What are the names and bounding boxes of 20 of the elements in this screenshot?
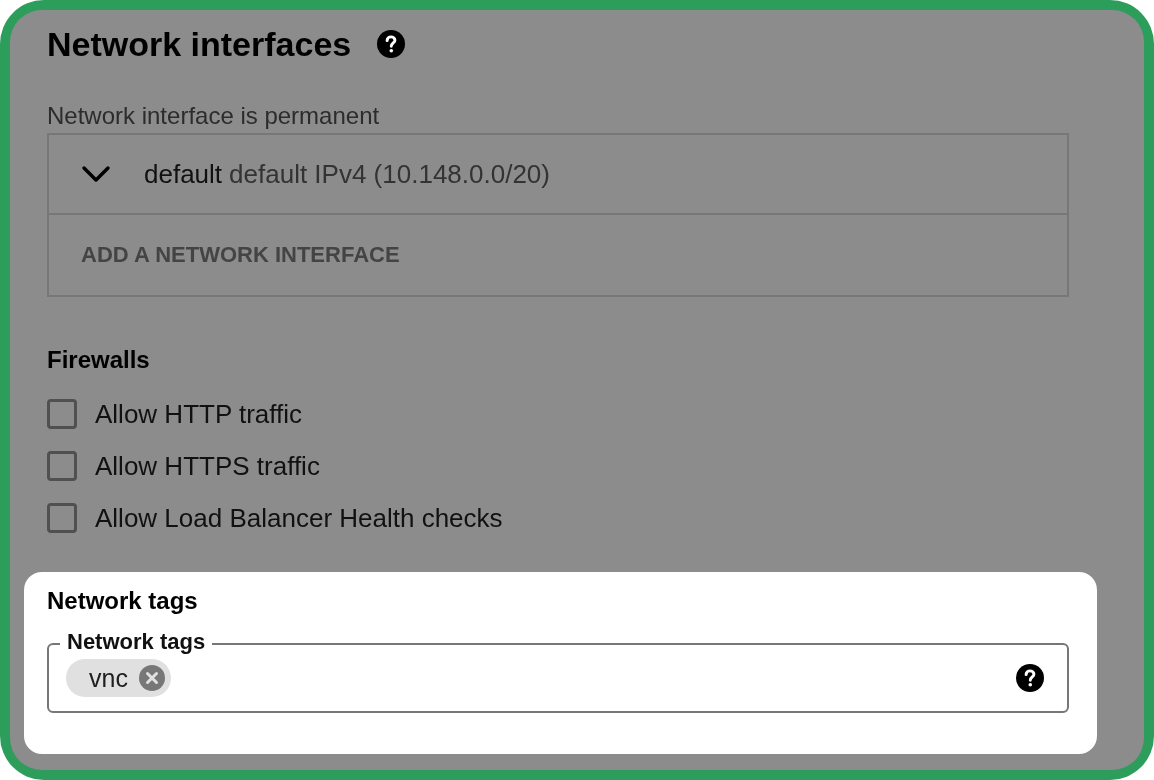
help-icon[interactable] (377, 30, 406, 58)
checkbox[interactable] (47, 503, 77, 533)
checkbox[interactable] (47, 451, 77, 481)
checkbox-label: Allow Load Balancer Health checks (95, 502, 503, 534)
interface-name: default (144, 158, 223, 190)
remove-icon[interactable] (138, 665, 165, 691)
section-title: Network interfaces (47, 24, 352, 64)
help-icon[interactable] (1016, 664, 1044, 692)
firewalls-heading: Firewalls (47, 346, 151, 374)
checkbox-label: Allow HTTP traffic (95, 398, 303, 430)
tags-heading: Network tags (47, 587, 199, 615)
interface-row[interactable]: default default IPv4 (10.148.0.0/20) (49, 135, 1067, 215)
chevron-icon[interactable] (81, 165, 111, 183)
checkbox[interactable] (47, 399, 77, 429)
checkbox-label: Allow HTTPS traffic (95, 450, 320, 482)
tag-text: vnc (89, 664, 128, 692)
tag-chip[interactable]: vnc (66, 659, 171, 697)
interface-detail: default IPv4 (10.148.0.0/20) (229, 158, 550, 190)
field-label: Network tags (60, 630, 213, 654)
permanent-note: Network interface is permanent (47, 102, 381, 130)
